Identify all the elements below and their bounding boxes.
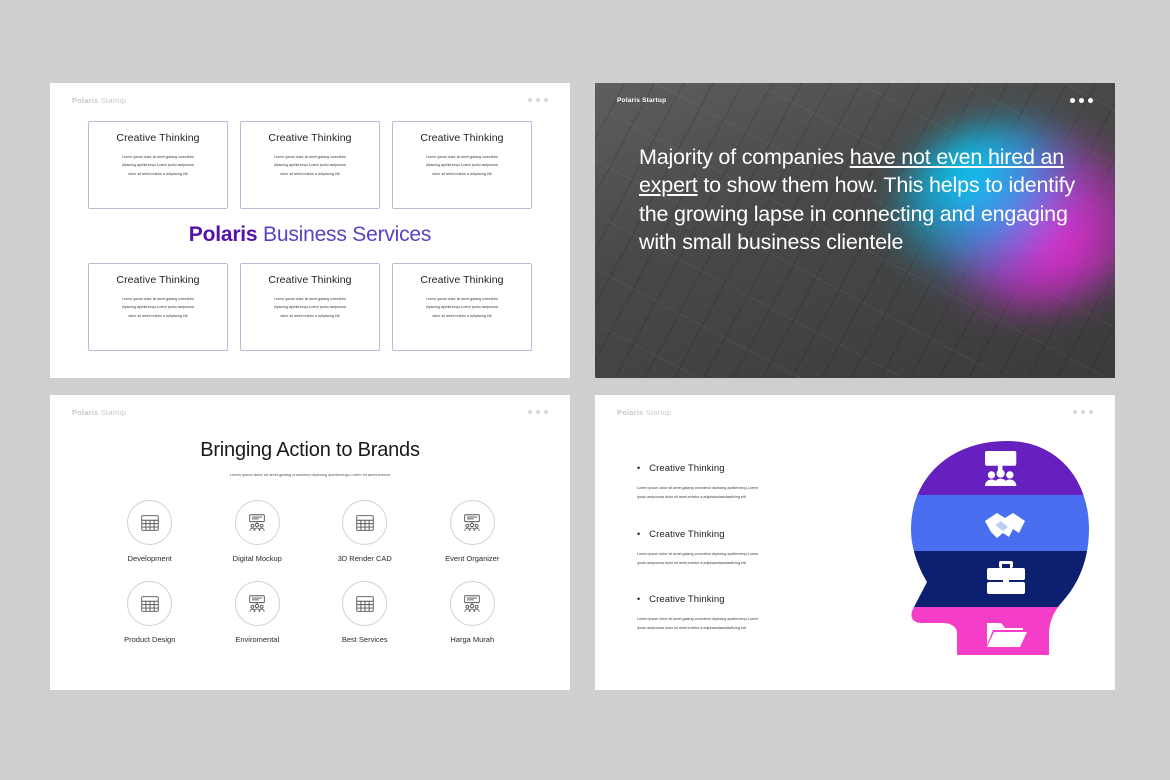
bullet-title: Creative Thinking — [649, 528, 725, 540]
feature-card[interactable]: Creative Thinking Lorem ipsum dolor sit … — [240, 121, 380, 209]
service-label: Harga Murah — [450, 635, 495, 644]
list-item[interactable]: • Creative Thinking Lorem ipsum dolor si… — [637, 529, 837, 569]
card-body: Lorem ipsum dolor sit amet,galang croect… — [121, 155, 195, 176]
card-body: Lorem ipsum dolor sit amet,galang croect… — [121, 297, 195, 318]
service-label: Digital Mockup — [232, 554, 282, 563]
head-band-1 — [911, 441, 1089, 495]
statement-part-1: Majority of companies — [639, 145, 850, 169]
headline-rest: Business Services — [257, 223, 432, 246]
bullet-body: Lorem ipsum dolor sit amet,galang croect… — [637, 486, 759, 500]
statement-text: Majority of companies have not even hire… — [639, 143, 1089, 257]
service-item[interactable]: Development — [96, 500, 204, 563]
service-label: Best Services — [341, 635, 388, 644]
service-item[interactable]: Harga Murah — [419, 581, 527, 644]
slide-3-bringing-action[interactable]: Polaris Startup Bringing Action to Brand… — [50, 395, 570, 690]
brand-label: Polaris Startup — [72, 95, 127, 105]
presentation-people-icon — [449, 500, 495, 545]
slide-1-headline: Polaris Business Services — [50, 223, 570, 247]
presentation-people-icon — [234, 581, 280, 626]
bullet-dot-icon: • — [637, 528, 641, 539]
service-label: Enviromental — [235, 635, 280, 644]
statement-part-2: to show them how. This helps to identify… — [639, 173, 1075, 255]
slide-menu-dots[interactable] — [1073, 410, 1093, 414]
service-item[interactable]: Enviromental — [204, 581, 312, 644]
service-item[interactable]: Best Services — [311, 581, 419, 644]
card-title: Creative Thinking — [268, 132, 352, 144]
feature-card[interactable]: Creative Thinking Lorem ipsum dolor sit … — [88, 121, 228, 209]
brand-label: Polaris Startup — [617, 407, 672, 417]
head-silhouette-infographic — [887, 437, 1107, 667]
slide-header: Polaris Startup — [595, 83, 1115, 117]
feature-card[interactable]: Creative Thinking Lorem ipsum dolor sit … — [88, 263, 228, 351]
bullet-list: • Creative Thinking Lorem ipsum dolor si… — [637, 463, 837, 660]
slide-menu-dots[interactable] — [1070, 97, 1093, 103]
bullet-dot-icon: • — [637, 594, 641, 604]
page-title: Bringing Action to Brands — [200, 439, 420, 461]
service-label: Product Design — [124, 635, 176, 644]
bullet-body: Lorem ipsum dolor sit amet,galang croect… — [637, 551, 759, 565]
service-item[interactable]: Event Organizer — [419, 500, 527, 563]
slide-header: Polaris Startup — [50, 83, 570, 117]
brand-label: Polaris Startup — [617, 96, 667, 104]
bullet-dot-icon: • — [637, 463, 641, 473]
feature-card[interactable]: Creative Thinking Lorem ipsum dolor sit … — [392, 263, 532, 351]
calendar-grid-icon — [342, 500, 388, 545]
service-label: 3D Render CAD — [337, 554, 392, 563]
brand-label: Polaris Startup — [72, 407, 127, 417]
service-item[interactable]: Product Design — [96, 581, 204, 644]
service-icon-grid: Development Digital Mockup 3D Render CAD… — [96, 500, 526, 644]
feature-card[interactable]: Creative Thinking Lorem ipsum dolor sit … — [240, 263, 380, 351]
card-title: Creative Thinking — [116, 274, 200, 286]
card-title: Creative Thinking — [420, 132, 504, 144]
slide-2-statement[interactable]: Polaris Startup Majority of companies ha… — [595, 83, 1115, 378]
bullet-title: Creative Thinking — [649, 463, 725, 474]
slide-deck-preview: Polaris Startup Creative Thinking Lorem … — [0, 0, 1170, 780]
slide-menu-dots[interactable] — [528, 98, 548, 102]
calendar-grid-icon — [127, 581, 173, 626]
calendar-grid-icon — [127, 500, 173, 545]
headline-brand-word: Polaris — [188, 223, 258, 246]
card-row-bottom: Creative Thinking Lorem ipsum dolor sit … — [88, 263, 532, 351]
slide-header: Polaris Startup — [595, 395, 1115, 429]
card-title: Creative Thinking — [420, 274, 504, 286]
service-item[interactable]: Digital Mockup — [204, 500, 312, 563]
presentation-people-icon — [234, 500, 280, 545]
card-body: Lorem ipsum dolor sit amet,galang croect… — [425, 155, 499, 176]
feature-card[interactable]: Creative Thinking Lorem ipsum dolor sit … — [392, 121, 532, 209]
presentation-people-icon — [449, 581, 495, 626]
bullet-title: Creative Thinking — [649, 594, 725, 605]
service-label: Development — [127, 554, 172, 563]
card-title: Creative Thinking — [116, 132, 200, 144]
calendar-grid-icon — [342, 581, 388, 626]
card-row-top: Creative Thinking Lorem ipsum dolor sit … — [88, 121, 532, 209]
slide-4-head-infographic[interactable]: Polaris Startup • Creative Thinking Lore… — [595, 395, 1115, 690]
slide-1-business-services[interactable]: Polaris Startup Creative Thinking Lorem … — [50, 83, 570, 378]
card-body: Lorem ipsum dolor sit amet,galang croect… — [425, 297, 499, 318]
service-item[interactable]: 3D Render CAD — [311, 500, 419, 563]
list-item[interactable]: • Creative Thinking Lorem ipsum dolor si… — [637, 463, 837, 503]
card-title: Creative Thinking — [268, 274, 352, 286]
card-body: Lorem ipsum dolor sit amet,galang croect… — [273, 155, 347, 176]
card-body: Lorem ipsum dolor sit amet,galang croect… — [273, 297, 347, 318]
slide-header: Polaris Startup — [50, 395, 570, 429]
service-label: Event Organizer — [445, 554, 500, 563]
page-subtitle: Lorem ipsum dolor sit amet,galang croect… — [229, 473, 391, 477]
bullet-body: Lorem ipsum dolor sit amet,galang croect… — [637, 617, 759, 631]
slide-menu-dots[interactable] — [528, 410, 548, 414]
list-item[interactable]: • Creative Thinking Lorem ipsum dolor si… — [637, 594, 837, 634]
